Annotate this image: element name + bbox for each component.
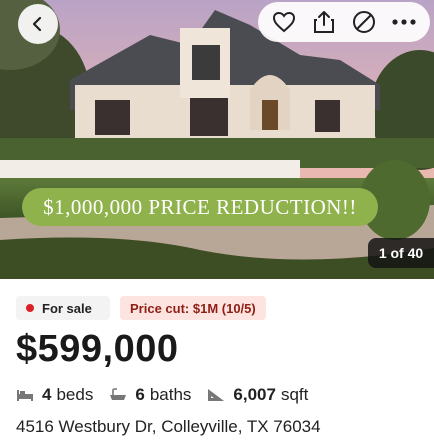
baths-fact: 6 baths	[109, 385, 191, 405]
photo-counter: 1 of 40	[368, 238, 434, 268]
status-dot-icon	[26, 304, 34, 312]
beds-count: 4	[42, 385, 52, 404]
sqft-count: 6,007	[233, 385, 276, 404]
more-icon	[392, 19, 416, 25]
listing-price: $599,000	[16, 328, 179, 370]
bath-icon	[110, 388, 127, 400]
share-icon	[314, 11, 334, 33]
more-button[interactable]	[386, 4, 422, 40]
listing-actions	[258, 2, 430, 42]
back-button[interactable]	[18, 4, 58, 44]
sqft-fact: 6,007 sqft	[207, 385, 308, 405]
baths-count: 6	[135, 385, 145, 404]
hide-icon	[353, 11, 375, 33]
bed-icon	[17, 390, 33, 401]
save-button[interactable]	[266, 4, 302, 40]
ruler-icon	[208, 389, 225, 401]
for-sale-label: For sale	[42, 300, 92, 316]
status-badges: For sale Price cut: $1M (10/5)	[16, 296, 266, 320]
listing-address[interactable]: 4516 Westbury Dr, Colleyville, TX 76034	[16, 417, 321, 437]
beds-unit: beds	[56, 385, 94, 404]
back-icon	[32, 16, 42, 32]
hide-button[interactable]	[346, 4, 382, 40]
share-button[interactable]	[306, 4, 342, 40]
heart-icon	[272, 11, 296, 33]
sqft-unit: sqft	[280, 385, 309, 404]
listing-photo-gallery[interactable]: $1,000,000 PRICE REDUCTION!! 1 of 40	[0, 0, 434, 279]
property-facts: 4 beds 6 baths 6,007 sqft	[16, 385, 324, 405]
price-cut-badge: Price cut: $1M (10/5)	[120, 296, 266, 320]
beds-fact: 4 beds	[16, 385, 93, 405]
price-reduction-banner: $1,000,000 PRICE REDUCTION!!	[22, 188, 378, 226]
for-sale-badge: For sale	[16, 296, 110, 320]
baths-unit: baths	[149, 385, 192, 404]
